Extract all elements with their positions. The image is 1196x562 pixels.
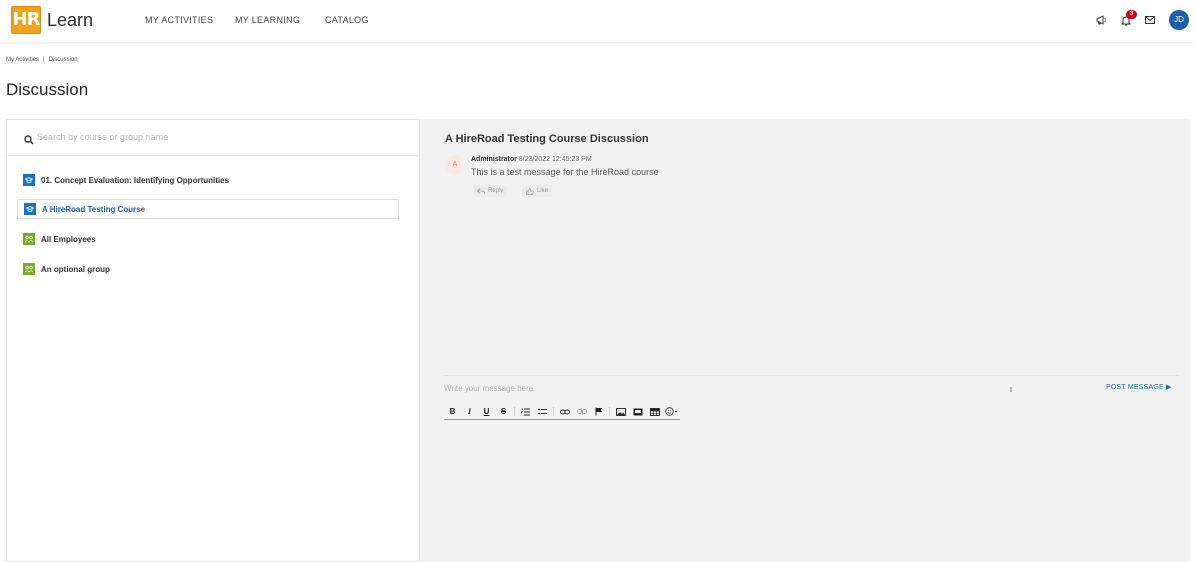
editor-toolbar: B I U S: [444, 405, 680, 420]
unlink-icon[interactable]: [573, 405, 590, 419]
ordered-list-icon[interactable]: [517, 405, 534, 419]
media-icon[interactable]: [629, 405, 646, 419]
message-date: 8/23/2022 12:45:23 PM: [518, 156, 592, 163]
discussion-list-panel: 01. Concept Evaluation: Identifying Oppo…: [6, 119, 420, 562]
notification-badge: 3: [1126, 10, 1137, 19]
search-icon: [24, 132, 34, 150]
toolbar-separator: [553, 407, 554, 416]
toolbar-separator: [514, 407, 515, 416]
page-title: Discussion: [6, 80, 89, 99]
group-icon: [23, 233, 35, 245]
resize-handle-icon[interactable]: ⇕: [1008, 386, 1014, 394]
discussion-item-hireroad-testing-course[interactable]: A HireRoad Testing Course: [17, 199, 399, 219]
thread-title: A HireRoad Testing Course Discussion: [445, 133, 649, 145]
strikethrough-button[interactable]: S: [495, 405, 512, 419]
italic-button[interactable]: I: [461, 405, 478, 419]
message-text: This is a test message for the HireRoad …: [471, 167, 659, 177]
breadcrumb: My Activities | Discussion: [6, 57, 78, 63]
bullet-list-icon[interactable]: [534, 405, 551, 419]
top-bar: HR Learn MY ACTIVITIES MY LEARNING CATAL…: [0, 0, 1196, 42]
course-icon: [24, 203, 36, 215]
discussion-item-concept-evaluation[interactable]: 01. Concept Evaluation: Identifying Oppo…: [17, 170, 399, 190]
discussion-item-label: 01. Concept Evaluation: Identifying Oppo…: [41, 175, 230, 185]
message-author: Administrator: [471, 156, 517, 163]
message-header: Administrator 8/23/2022 12:45:23 PM: [471, 156, 592, 163]
message-avatar: A: [445, 155, 465, 175]
post-message-button[interactable]: POST MESSAGE ▶: [1106, 383, 1172, 391]
discussion-item-label: An optional group: [41, 264, 110, 274]
search-bar: [7, 120, 419, 156]
message-input[interactable]: Write your message here: [444, 384, 1004, 398]
app-logo[interactable]: HR: [11, 6, 41, 34]
breadcrumb-separator: |: [43, 57, 45, 63]
reply-label: Reply: [488, 188, 504, 194]
nav-catalog[interactable]: CATALOG: [325, 15, 369, 25]
underline-button[interactable]: U: [478, 405, 495, 419]
discussion-thread-panel: A HireRoad Testing Course Discussion A A…: [420, 119, 1190, 562]
discussion-item-optional-group[interactable]: An optional group: [17, 259, 399, 279]
search-input[interactable]: [37, 129, 397, 145]
discussion-item-all-employees[interactable]: All Employees: [17, 229, 399, 249]
link-icon[interactable]: [556, 405, 573, 419]
discussion-item-label: All Employees: [41, 234, 96, 244]
course-icon: [23, 174, 35, 186]
emoji-icon[interactable]: [663, 405, 680, 419]
toolbar-separator: [609, 407, 610, 416]
like-button[interactable]: Like: [522, 185, 553, 197]
breadcrumb-discussion: Discussion: [48, 57, 78, 63]
bold-button[interactable]: B: [444, 405, 461, 419]
app-brand[interactable]: Learn: [47, 10, 93, 31]
reply-icon: [477, 188, 485, 194]
discussion-item-label: A HireRoad Testing Course: [42, 204, 146, 214]
breadcrumb-my-activities[interactable]: My Activities: [6, 57, 39, 63]
table-icon[interactable]: [646, 405, 663, 419]
nav-my-learning[interactable]: MY LEARNING: [235, 15, 300, 25]
megaphone-icon[interactable]: [1094, 13, 1108, 27]
mail-icon[interactable]: [1143, 13, 1157, 27]
image-icon[interactable]: [612, 405, 629, 419]
thumbs-up-icon: [526, 187, 534, 195]
composer-divider: [444, 375, 1179, 376]
group-icon: [23, 263, 35, 275]
flag-icon[interactable]: [590, 405, 607, 419]
reply-button[interactable]: Reply: [473, 185, 508, 197]
like-label: Like: [537, 188, 549, 194]
nav-my-activities[interactable]: MY ACTIVITIES: [145, 15, 213, 25]
user-avatar[interactable]: JD: [1169, 10, 1189, 30]
